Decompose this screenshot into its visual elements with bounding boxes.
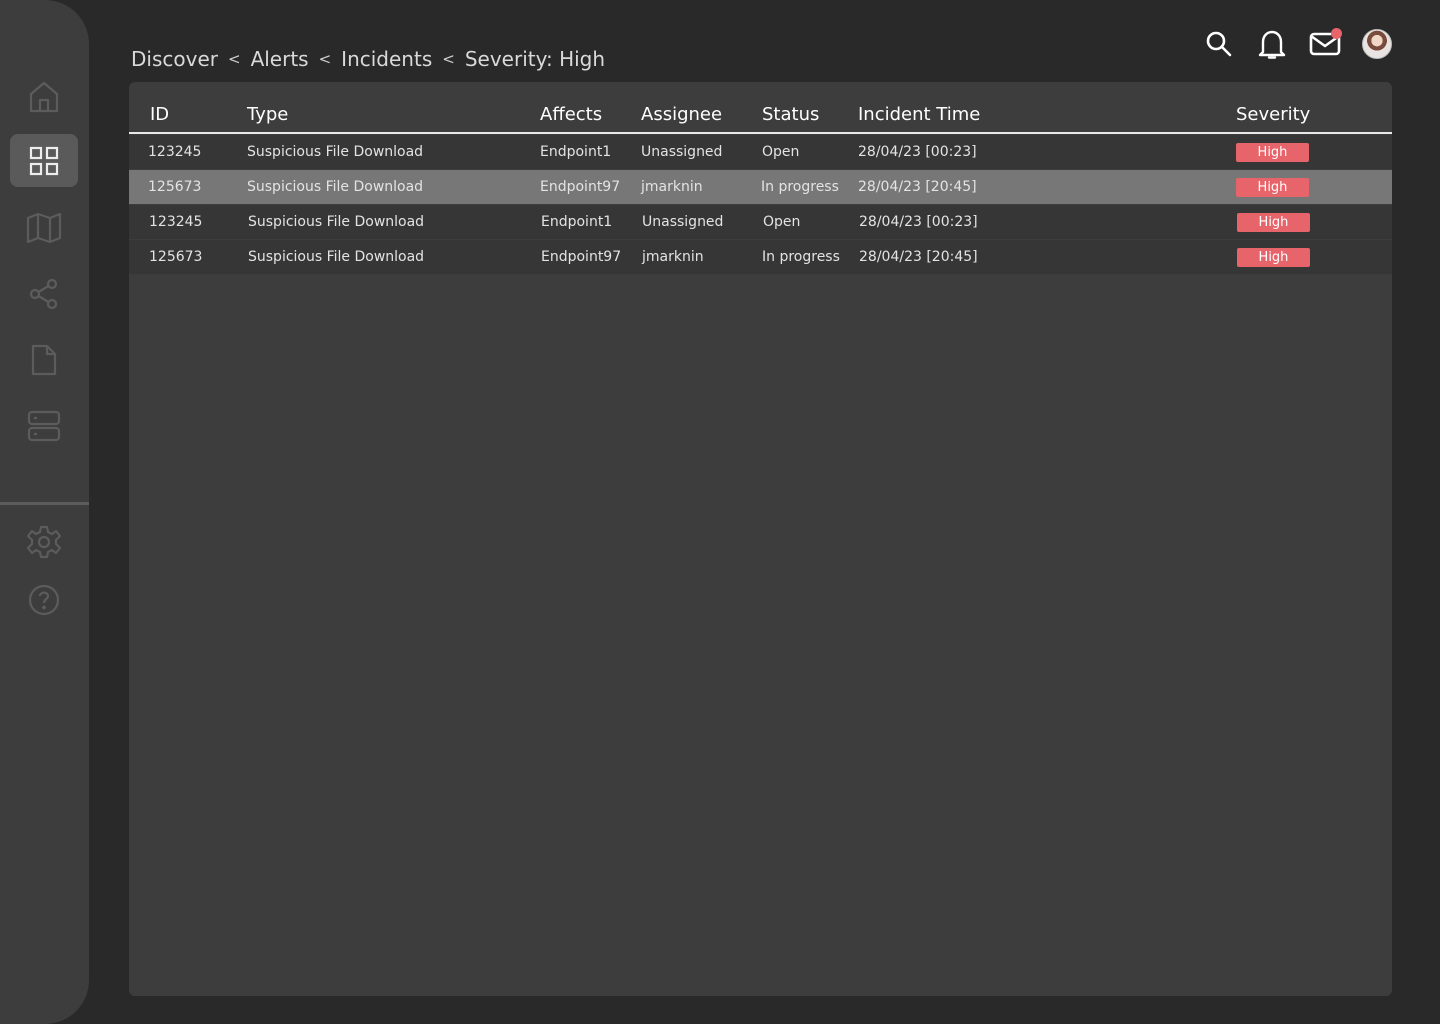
breadcrumb-current: Severity: High [464, 47, 606, 71]
table-header: ID Type Affects Assignee Status Incident… [129, 82, 1392, 134]
cell-type: Suspicious File Download [247, 179, 424, 195]
incidents-panel: ID Type Affects Assignee Status Incident… [129, 82, 1392, 996]
column-header-type[interactable]: Type [247, 104, 288, 125]
breadcrumb-discover[interactable]: Discover [131, 47, 218, 71]
gear-icon [27, 525, 61, 558]
table-row-selected[interactable]: 125673 Suspicious File Download Endpoint… [129, 170, 1392, 204]
severity-badge: High [1236, 178, 1309, 197]
cell-status: Open [762, 144, 800, 160]
cell-incident-time: 28/04/23 [20:45] [858, 179, 977, 195]
table-row[interactable]: 125673 Suspicious File Download Endpoint… [129, 240, 1392, 274]
column-header-id[interactable]: ID [150, 104, 169, 125]
cell-id: 123245 [148, 144, 202, 160]
unread-indicator [1331, 28, 1342, 39]
column-header-affects[interactable]: Affects [540, 104, 602, 125]
sidebar [0, 0, 89, 1024]
cell-assignee: jmarknin [641, 179, 703, 195]
cell-status: Open [763, 214, 801, 230]
cell-incident-time: 28/04/23 [00:23] [858, 144, 977, 160]
cell-assignee: jmarknin [642, 249, 704, 265]
severity-badge: High [1237, 213, 1310, 232]
severity-badge: High [1236, 143, 1309, 162]
cell-type: Suspicious File Download [248, 249, 425, 265]
cell-affects: Endpoint1 [541, 214, 613, 230]
sidebar-item-documents[interactable] [10, 333, 78, 386]
cell-assignee: Unassigned [641, 144, 723, 160]
cell-id: 125673 [148, 179, 202, 195]
mail-button[interactable] [1309, 27, 1342, 61]
cell-incident-time: 28/04/23 [20:45] [859, 249, 978, 265]
avatar[interactable] [1362, 29, 1392, 59]
column-header-assignee[interactable]: Assignee [641, 104, 722, 125]
column-header-incident-time[interactable]: Incident Time [858, 104, 980, 125]
severity-badge: High [1237, 248, 1310, 267]
server-icon [27, 410, 61, 441]
column-header-severity[interactable]: Severity [1236, 104, 1310, 125]
share-icon [29, 278, 58, 309]
breadcrumb-separator: < [442, 50, 455, 68]
sidebar-item-home[interactable] [10, 70, 78, 123]
table-row[interactable]: 123245 Suspicious File Download Endpoint… [129, 205, 1392, 239]
notifications-button[interactable] [1256, 27, 1288, 61]
sidebar-item-settings[interactable] [10, 515, 78, 568]
breadcrumb-separator: < [227, 50, 241, 68]
sidebar-item-share[interactable] [10, 267, 78, 320]
cell-type: Suspicious File Download [247, 144, 424, 160]
breadcrumb-alerts[interactable]: Alerts [251, 47, 309, 71]
cell-type: Suspicious File Download [248, 214, 425, 230]
search-button[interactable] [1203, 27, 1235, 61]
map-icon [26, 212, 62, 243]
sidebar-item-help[interactable] [10, 573, 78, 626]
help-icon [28, 584, 60, 615]
home-icon [29, 81, 59, 112]
sidebar-item-dashboard[interactable] [10, 134, 78, 187]
top-toolbar [1203, 26, 1392, 62]
breadcrumb-incidents[interactable]: Incidents [341, 47, 432, 71]
cell-incident-time: 28/04/23 [00:23] [859, 214, 978, 230]
cell-status: In progress [762, 249, 840, 265]
document-icon [31, 344, 57, 375]
cell-id: 123245 [149, 214, 203, 230]
sidebar-divider [0, 502, 89, 505]
cell-affects: Endpoint97 [540, 179, 621, 195]
sidebar-item-map[interactable] [10, 201, 78, 254]
sidebar-item-servers[interactable] [10, 399, 78, 452]
search-icon [1206, 31, 1232, 57]
dashboard-grid-icon [29, 146, 59, 175]
breadcrumb: Discover < Alerts < Incidents < Severity… [131, 44, 605, 74]
breadcrumb-separator: < [318, 50, 332, 68]
cell-status: In progress [761, 179, 839, 195]
cell-affects: Endpoint97 [541, 249, 622, 265]
column-header-status[interactable]: Status [762, 104, 819, 125]
table-row[interactable]: 123245 Suspicious File Download Endpoint… [129, 135, 1392, 169]
cell-id: 125673 [149, 249, 203, 265]
cell-assignee: Unassigned [642, 214, 724, 230]
cell-affects: Endpoint1 [540, 144, 612, 160]
bell-icon [1258, 30, 1286, 59]
